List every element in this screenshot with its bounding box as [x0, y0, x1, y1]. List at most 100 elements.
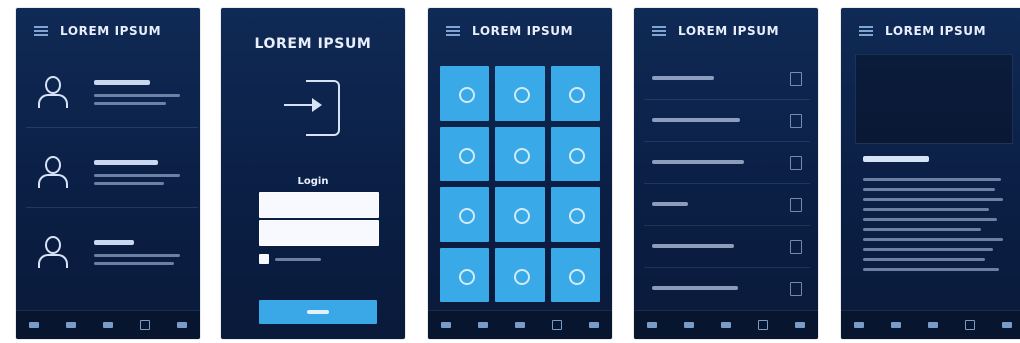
nav-icon[interactable]	[794, 322, 805, 328]
app-screen-login: LOREM IPSUM Login	[221, 8, 405, 339]
bottom-navigation	[634, 310, 818, 339]
list-item[interactable]	[644, 184, 810, 226]
bottom-navigation	[841, 310, 1020, 339]
list-item-label	[652, 76, 714, 80]
dashboard-tile[interactable]	[495, 187, 545, 242]
app-title: LOREM IPSUM	[472, 24, 574, 38]
list-item[interactable]	[652, 268, 802, 310]
dashboard-tile[interactable]	[440, 187, 490, 242]
hero-image	[855, 54, 1013, 144]
hamburger-menu-icon[interactable]	[34, 26, 48, 36]
list-item-icon	[790, 72, 802, 86]
nav-icon[interactable]	[964, 320, 975, 330]
list-item[interactable]	[644, 100, 810, 142]
list-item[interactable]	[644, 58, 810, 100]
app-title: LOREM IPSUM	[254, 36, 372, 52]
nav-icon[interactable]	[478, 322, 489, 328]
list-item-label	[652, 160, 744, 164]
nav-icon[interactable]	[927, 322, 938, 328]
dashboard-tile[interactable]	[440, 247, 490, 302]
user-avatar-icon	[38, 156, 68, 190]
nav-icon[interactable]	[551, 320, 562, 330]
list-item[interactable]	[644, 142, 810, 184]
nav-icon[interactable]	[647, 322, 658, 328]
article-line	[863, 218, 997, 221]
divider	[26, 127, 198, 128]
top-bar: LOREM IPSUM	[16, 8, 200, 54]
profile-card[interactable]	[26, 70, 198, 128]
arrow-icon	[284, 98, 322, 112]
profile-name	[94, 80, 150, 85]
profile-card[interactable]	[26, 150, 198, 208]
profile-name	[94, 240, 134, 245]
password-input[interactable]	[259, 220, 379, 246]
dashboard-grid	[440, 66, 600, 302]
article-title	[863, 156, 929, 162]
article-line	[863, 268, 999, 271]
nav-icon[interactable]	[29, 322, 40, 328]
article-line	[863, 208, 989, 211]
profile-line	[94, 102, 166, 105]
remember-checkbox[interactable]	[259, 254, 269, 264]
remember-me[interactable]	[259, 254, 321, 264]
dashboard-tile[interactable]	[495, 247, 545, 302]
nav-icon[interactable]	[102, 322, 113, 328]
dashboard-tile[interactable]	[550, 187, 600, 242]
app-title: LOREM IPSUM	[60, 24, 162, 38]
hamburger-menu-icon[interactable]	[652, 26, 666, 36]
nav-icon[interactable]	[720, 322, 731, 328]
login-label: Login	[297, 176, 329, 187]
article-line	[863, 238, 1003, 241]
list-item-icon	[790, 240, 802, 254]
nav-icon[interactable]	[139, 320, 150, 330]
hamburger-menu-icon[interactable]	[859, 26, 873, 36]
nav-icon[interactable]	[514, 322, 525, 328]
app-screen-dashboard: LOREM IPSUM	[428, 8, 612, 339]
nav-icon[interactable]	[891, 322, 902, 328]
article-line	[863, 188, 995, 191]
bottom-navigation	[16, 310, 200, 339]
list-item-label	[652, 118, 740, 122]
username-input[interactable]	[259, 192, 379, 218]
nav-icon[interactable]	[757, 320, 768, 330]
dashboard-tile[interactable]	[495, 66, 545, 121]
nav-icon[interactable]	[441, 322, 452, 328]
top-bar: LOREM IPSUM	[428, 8, 612, 54]
remember-label	[275, 257, 321, 261]
nav-icon[interactable]	[176, 322, 187, 328]
app-title: LOREM IPSUM	[885, 24, 987, 38]
profile-line	[94, 94, 180, 97]
profile-name	[94, 160, 158, 165]
article-line	[863, 228, 981, 231]
nav-icon[interactable]	[1001, 322, 1012, 328]
list-item-icon	[790, 198, 802, 212]
app-screen-profiles: LOREM IPSUM	[16, 8, 200, 339]
user-avatar-icon	[38, 76, 68, 110]
hamburger-menu-icon[interactable]	[446, 26, 460, 36]
list-item[interactable]	[644, 226, 810, 268]
dashboard-tile[interactable]	[440, 66, 490, 121]
app-screen-list: LOREM IPSUM	[634, 8, 818, 339]
list-item-label	[652, 244, 734, 248]
nav-icon[interactable]	[854, 322, 865, 328]
dashboard-tile[interactable]	[550, 126, 600, 181]
user-avatar-icon	[38, 236, 68, 270]
list-item-icon	[790, 156, 802, 170]
profile-card[interactable]	[32, 230, 192, 288]
profile-line	[94, 262, 174, 265]
login-button[interactable]	[259, 300, 377, 324]
nav-icon[interactable]	[684, 322, 695, 328]
list-item-icon	[790, 114, 802, 128]
dashboard-tile[interactable]	[440, 126, 490, 181]
dashboard-tile[interactable]	[495, 126, 545, 181]
profile-line	[94, 254, 180, 257]
app-screen-article: LOREM IPSUM	[841, 8, 1020, 339]
nav-icon[interactable]	[588, 322, 599, 328]
nav-icon[interactable]	[66, 322, 77, 328]
bottom-navigation	[428, 310, 612, 339]
list-item-icon	[790, 282, 802, 296]
top-bar: LOREM IPSUM	[841, 8, 1020, 54]
dashboard-tile[interactable]	[550, 247, 600, 302]
dashboard-tile[interactable]	[550, 66, 600, 121]
article-line	[863, 178, 1001, 181]
